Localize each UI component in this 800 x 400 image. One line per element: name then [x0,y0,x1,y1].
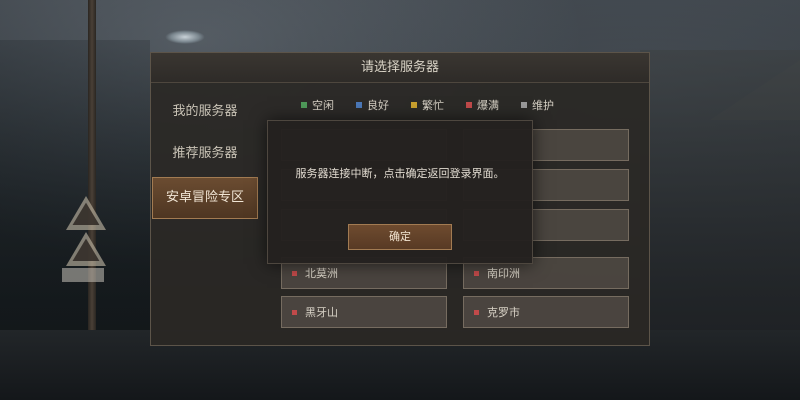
legend-busy: 繁忙 [411,95,444,115]
sign-plate [62,268,104,282]
server-sidebar: 我的服务器 推荐服务器 安卓冒险专区 [151,83,259,346]
full-status-icon [466,102,472,108]
sidebar-item-android-zone[interactable]: 安卓冒险专区 [152,177,258,219]
maintenance-status-icon [521,102,527,108]
street-lamp [165,30,205,44]
idle-status-icon [301,102,307,108]
good-status-icon [356,102,362,108]
server-name: 黑牙山 [305,306,338,319]
legend-label: 维护 [532,99,554,112]
dialog-message: 服务器连接中断，点击确定返回登录界面。 [295,167,505,180]
server-button[interactable]: 黑牙山 [281,296,447,328]
busy-status-icon [411,102,417,108]
full-status-icon [474,309,479,315]
utility-pole [88,0,96,350]
sidebar-item-my-servers[interactable]: 我的服务器 [151,93,259,131]
disconnect-dialog: 服务器连接中断，点击确定返回登录界面。 确定 [267,120,533,264]
server-name: 克罗市 [487,306,520,319]
full-status-icon [292,309,297,315]
legend-idle: 空闲 [301,95,334,115]
sidebar-item-recommended[interactable]: 推荐服务器 [151,135,259,173]
legend-maintenance: 维护 [521,95,554,115]
server-name: 南印洲 [487,267,520,280]
legend-label: 繁忙 [422,99,444,112]
legend-label: 爆满 [477,99,499,112]
server-button[interactable]: 克罗市 [463,296,629,328]
legend-full: 爆满 [466,95,499,115]
panel-title: 请选择服务器 [151,53,649,83]
server-name: 北莫洲 [305,267,338,280]
legend-label: 良好 [367,99,389,112]
house [640,50,800,350]
full-status-icon [474,270,479,276]
legend-good: 良好 [356,95,389,115]
legend-label: 空闲 [312,99,334,112]
full-status-icon [292,270,297,276]
confirm-button[interactable]: 确定 [348,224,452,250]
status-legend: 空闲 良好 繁忙 爆满 维护 [301,95,631,115]
